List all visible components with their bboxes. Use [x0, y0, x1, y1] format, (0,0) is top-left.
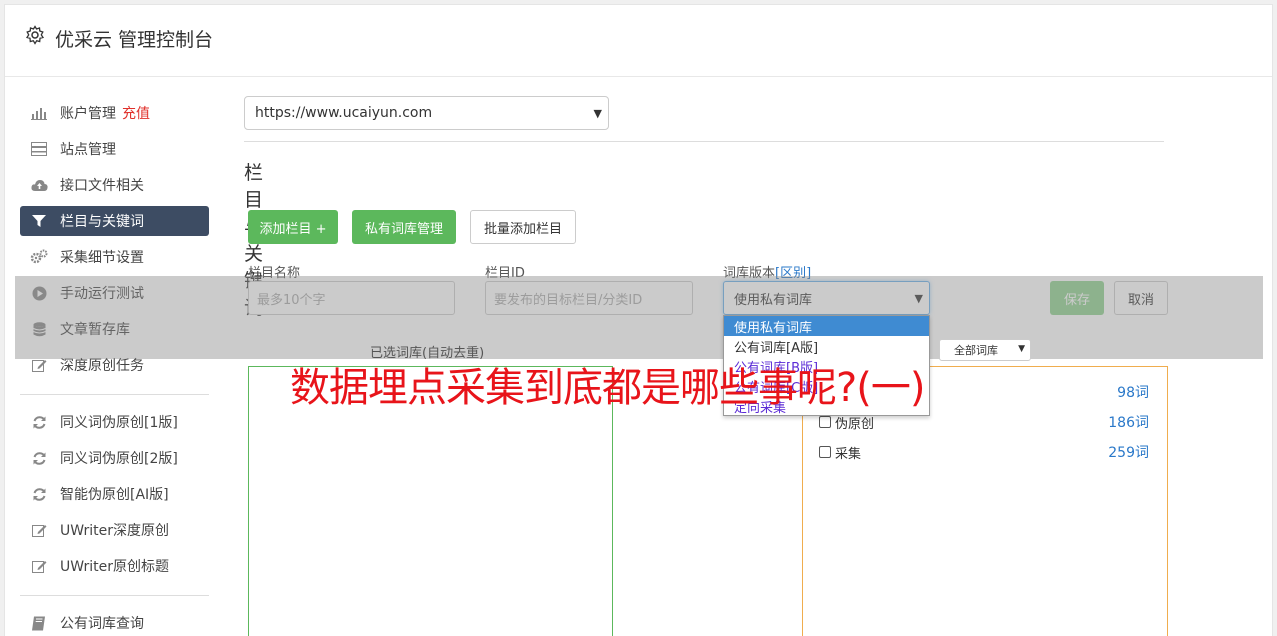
sidebar-divider — [20, 595, 209, 596]
sidebar-item-label: 接口文件相关 — [60, 178, 144, 194]
sidebar-item-uwriter-title[interactable]: UWriter原创标题 — [20, 551, 209, 581]
sidebar-item-synonym-v2[interactable]: 同义词伪原创[2版] — [20, 443, 209, 473]
library-checkbox[interactable] — [819, 446, 831, 458]
sidebar-item-columns[interactable]: 栏目与关键词 — [20, 206, 209, 236]
console-title: 优采云 管理控制台 — [55, 29, 214, 51]
refresh-icon — [30, 486, 48, 502]
book-icon — [30, 615, 48, 631]
library-count: 259词 — [1108, 445, 1149, 461]
sidebar-item-sites[interactable]: 站点管理 — [20, 134, 209, 164]
sidebar-item-uwriter-deep[interactable]: UWriter深度原创 — [20, 515, 209, 545]
sidebar-item-synonym-v1[interactable]: 同义词伪原创[1版] — [20, 407, 209, 437]
sidebar-item-interface[interactable]: 接口文件相关 — [20, 170, 209, 200]
batch-add-column-button[interactable]: 批量添加栏目 — [470, 210, 576, 244]
sidebar-divider — [20, 394, 209, 395]
edit-icon — [30, 522, 48, 538]
sidebar-item-account[interactable]: 账户管理 充值 — [20, 98, 209, 128]
sidebar-item-label: 同义词伪原创[1版] — [60, 415, 178, 431]
grey-overlay — [15, 276, 1263, 359]
cogs-icon — [30, 249, 48, 265]
dropdown-option[interactable]: 使用私有词库 — [724, 316, 929, 336]
sidebar-item-label: 公有词库查询 — [60, 616, 144, 632]
chevron-down-icon: ▼ — [593, 107, 602, 120]
cloud-upload-icon — [30, 177, 48, 193]
add-column-button[interactable]: 添加栏目 + — [248, 210, 338, 244]
dropdown-option[interactable]: 公有词库[A版] — [724, 336, 929, 356]
library-filter-select[interactable]: 全部词库 ▼ — [939, 339, 1031, 361]
sidebar-item-label: 账户管理 — [60, 106, 116, 122]
sidebar-item-label: 采集细节设置 — [60, 250, 144, 266]
library-count: 98词 — [1117, 385, 1149, 401]
gear-icon — [25, 25, 45, 45]
site-select[interactable]: https://www.ucaiyun.com ▼ — [244, 96, 609, 130]
sidebar-item-public-lib[interactable]: 公有词库查询 — [20, 608, 209, 636]
server-icon — [30, 141, 48, 157]
recharge-link[interactable]: 充值 — [122, 103, 150, 123]
library-row[interactable]: 采集 259词 — [819, 442, 1149, 462]
library-count: 186词 — [1108, 415, 1149, 431]
library-name: 采集 — [835, 446, 862, 462]
sidebar-item-label: UWriter深度原创 — [60, 523, 169, 539]
header-divider — [244, 141, 1164, 142]
chevron-down-icon: ▼ — [1018, 344, 1025, 354]
headline-banner: 数据埋点采集到底都是哪些事呢?(一) — [290, 365, 925, 411]
sidebar-item-label: 智能伪原创[AI版] — [60, 487, 169, 503]
edit-icon — [30, 558, 48, 574]
refresh-icon — [30, 414, 48, 430]
sidebar-item-label: 栏目与关键词 — [60, 214, 144, 230]
sidebar-item-ai-rewrite[interactable]: 智能伪原创[AI版] — [20, 479, 209, 509]
sidebar-item-collect-settings[interactable]: 采集细节设置 — [20, 242, 209, 272]
refresh-icon — [30, 450, 48, 466]
filter-icon — [30, 213, 48, 229]
private-library-button[interactable]: 私有词库管理 — [352, 210, 456, 244]
library-checkbox[interactable] — [819, 416, 831, 428]
sidebar-item-label: 同义词伪原创[2版] — [60, 451, 178, 467]
page-header: 优采云 管理控制台 — [5, 5, 1272, 77]
site-select-value: https://www.ucaiyun.com — [255, 105, 433, 121]
sidebar-item-label: 站点管理 — [60, 142, 116, 158]
bar-chart-icon — [30, 105, 48, 121]
sidebar-item-label: UWriter原创标题 — [60, 559, 169, 575]
library-filter-value: 全部词库 — [954, 344, 998, 357]
edit-icon — [30, 357, 48, 373]
